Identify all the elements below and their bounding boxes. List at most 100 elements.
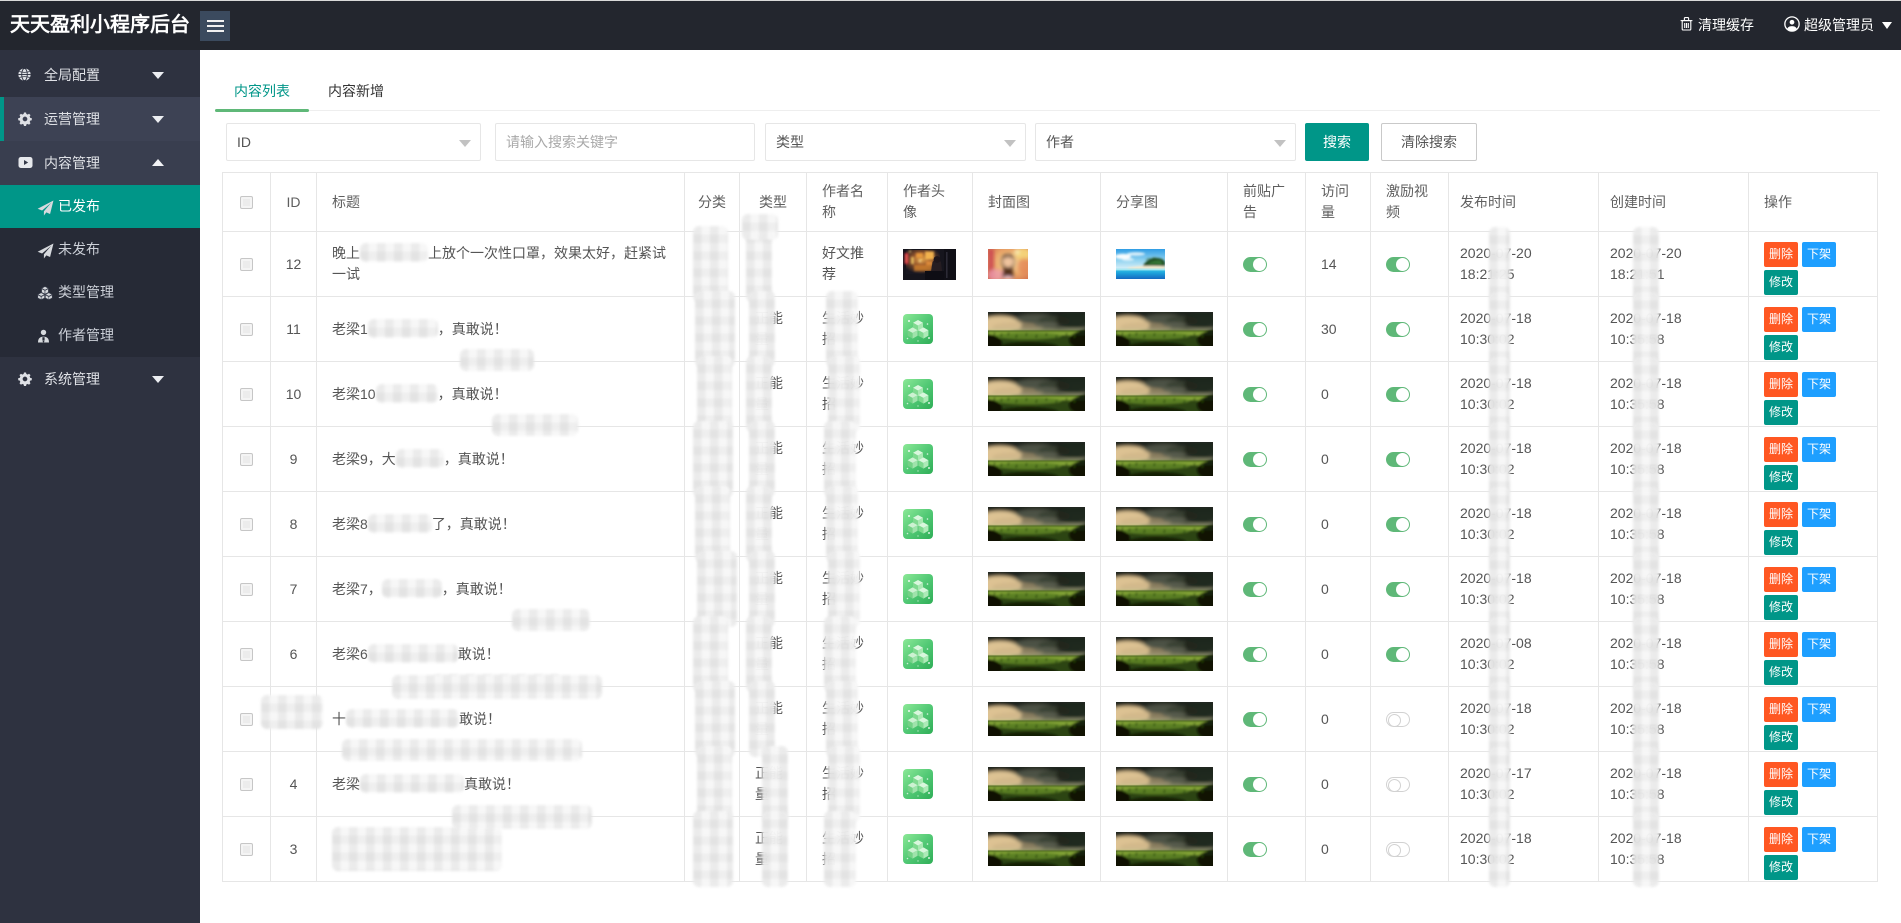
clear-cache-button[interactable]: 清理缓存 <box>1680 15 1754 35</box>
row-checkbox[interactable] <box>240 713 253 726</box>
preroll-ad-toggle[interactable] <box>1243 517 1267 532</box>
edit-button[interactable]: 修改 <box>1764 465 1798 490</box>
delete-button[interactable]: 删除 <box>1764 632 1798 657</box>
edit-button[interactable]: 修改 <box>1764 400 1798 425</box>
preroll-ad-toggle[interactable] <box>1243 647 1267 662</box>
cell-avatar <box>888 622 973 687</box>
col-header-9: 前贴广告 <box>1228 173 1306 232</box>
edit-button[interactable]: 修改 <box>1764 595 1798 620</box>
edit-button[interactable]: 修改 <box>1764 530 1798 555</box>
offline-button[interactable]: 下架 <box>1802 762 1836 787</box>
preroll-ad-toggle[interactable] <box>1243 322 1267 337</box>
user-menu[interactable]: 超级管理员 <box>1784 15 1897 35</box>
reward-video-toggle[interactable] <box>1386 452 1410 467</box>
cell-author: 生活妙招 <box>807 362 888 427</box>
reward-video-toggle[interactable] <box>1386 777 1410 792</box>
delete-button[interactable]: 删除 <box>1764 827 1798 852</box>
preroll-ad-toggle[interactable] <box>1243 842 1267 857</box>
row-checkbox[interactable] <box>240 453 253 466</box>
edit-button[interactable]: 修改 <box>1764 270 1798 295</box>
select-all-checkbox[interactable] <box>240 196 253 209</box>
offline-button[interactable]: 下架 <box>1802 437 1836 462</box>
sidebar-item-1[interactable]: 运营管理 <box>0 97 200 141</box>
delete-button[interactable]: 删除 <box>1764 242 1798 267</box>
sidebar-collapse-button[interactable] <box>200 11 230 41</box>
offline-button[interactable]: 下架 <box>1802 242 1836 267</box>
row-checkbox[interactable] <box>240 778 253 791</box>
tab-0[interactable]: 内容列表 <box>215 75 309 111</box>
mosaic-blur-patch <box>1633 292 1659 367</box>
reward-video-toggle[interactable] <box>1386 647 1410 662</box>
preroll-ad-toggle[interactable] <box>1243 387 1267 402</box>
row-checkbox[interactable] <box>240 388 253 401</box>
cell-title: 老梁9，大，真敢说！ <box>317 427 685 492</box>
edit-button[interactable]: 修改 <box>1764 335 1798 360</box>
preroll-ad-toggle[interactable] <box>1243 777 1267 792</box>
edit-button[interactable]: 修改 <box>1764 790 1798 815</box>
offline-button[interactable]: 下架 <box>1802 567 1836 592</box>
preroll-ad-toggle[interactable] <box>1243 257 1267 272</box>
delete-button[interactable]: 删除 <box>1764 567 1798 592</box>
author-avatar-image <box>903 444 933 474</box>
reward-video-toggle[interactable] <box>1386 582 1410 597</box>
reward-video-toggle[interactable] <box>1386 322 1410 337</box>
mosaic-blur-patch <box>332 827 502 871</box>
date-line-1: 2020-07-18 <box>1460 503 1583 524</box>
reward-video-toggle[interactable] <box>1386 517 1410 532</box>
sidebar-item-2[interactable]: 内容管理 <box>0 141 200 185</box>
offline-button[interactable]: 下架 <box>1802 502 1836 527</box>
offline-button[interactable]: 下架 <box>1802 307 1836 332</box>
clear-button[interactable]: 清除搜索 <box>1381 123 1477 161</box>
sidebar-item-0[interactable]: 全局配置 <box>0 53 200 97</box>
delete-button[interactable]: 删除 <box>1764 697 1798 722</box>
offline-button[interactable]: 下架 <box>1802 827 1836 852</box>
sidebar-item-label: 已发布 <box>58 185 100 228</box>
sidebar-item-7[interactable]: 系统管理 <box>0 357 200 401</box>
sidebar-item-4[interactable]: 未发布 <box>0 228 200 271</box>
row-checkbox[interactable] <box>240 258 253 271</box>
reward-video-toggle[interactable] <box>1386 257 1410 272</box>
reward-video-toggle[interactable] <box>1386 842 1410 857</box>
delete-button[interactable]: 删除 <box>1764 762 1798 787</box>
edit-button[interactable]: 修改 <box>1764 725 1798 750</box>
delete-button[interactable]: 删除 <box>1764 502 1798 527</box>
cell-category <box>685 362 740 427</box>
preroll-ad-toggle[interactable] <box>1243 452 1267 467</box>
edit-button[interactable]: 修改 <box>1764 660 1798 685</box>
preroll-ad-toggle[interactable] <box>1243 582 1267 597</box>
search-button[interactable]: 搜索 <box>1305 123 1369 161</box>
date-line-1: 2020-07-18 <box>1460 568 1583 589</box>
row-checkbox[interactable] <box>240 583 253 596</box>
cell-cover <box>973 362 1101 427</box>
date-line-1: 2020-07-18 <box>1610 503 1733 524</box>
reward-video-toggle[interactable] <box>1386 387 1410 402</box>
cell-publish-time: 2020-07-0810:30:02 <box>1449 622 1599 687</box>
sidebar-item-6[interactable]: 作者管理 <box>0 314 200 357</box>
keyword-search-input[interactable] <box>495 123 755 161</box>
delete-button[interactable]: 删除 <box>1764 437 1798 462</box>
cell-id: 11 <box>271 297 317 362</box>
offline-button[interactable]: 下架 <box>1802 372 1836 397</box>
sidebar-item-3[interactable]: 已发布 <box>0 185 200 228</box>
reward-video-toggle[interactable] <box>1386 712 1410 727</box>
cell-id: 12 <box>271 232 317 297</box>
delete-button[interactable]: 删除 <box>1764 372 1798 397</box>
row-checkbox[interactable] <box>240 648 253 661</box>
preroll-ad-toggle[interactable] <box>1243 712 1267 727</box>
row-checkbox[interactable] <box>240 323 253 336</box>
row-checkbox[interactable] <box>240 843 253 856</box>
table-row: 8老梁8了，真敢说！正能量生活妙招02020-07-1810:30:022020… <box>223 492 1878 557</box>
edit-button[interactable]: 修改 <box>1764 855 1798 880</box>
cell-actions: 删除下架修改 <box>1749 687 1878 752</box>
offline-button[interactable]: 下架 <box>1802 697 1836 722</box>
delete-button[interactable]: 删除 <box>1764 307 1798 332</box>
tab-1[interactable]: 内容新增 <box>309 75 403 111</box>
row-checkbox[interactable] <box>240 518 253 531</box>
sidebar-item-5[interactable]: 类型管理 <box>0 271 200 314</box>
cell-share <box>1101 687 1228 752</box>
id-select[interactable]: ID <box>226 123 481 161</box>
author-select[interactable]: 作者 <box>1035 123 1296 161</box>
offline-button[interactable]: 下架 <box>1802 632 1836 657</box>
col-header-5: 作者名称 <box>807 173 888 232</box>
type-select[interactable]: 类型 <box>765 123 1026 161</box>
